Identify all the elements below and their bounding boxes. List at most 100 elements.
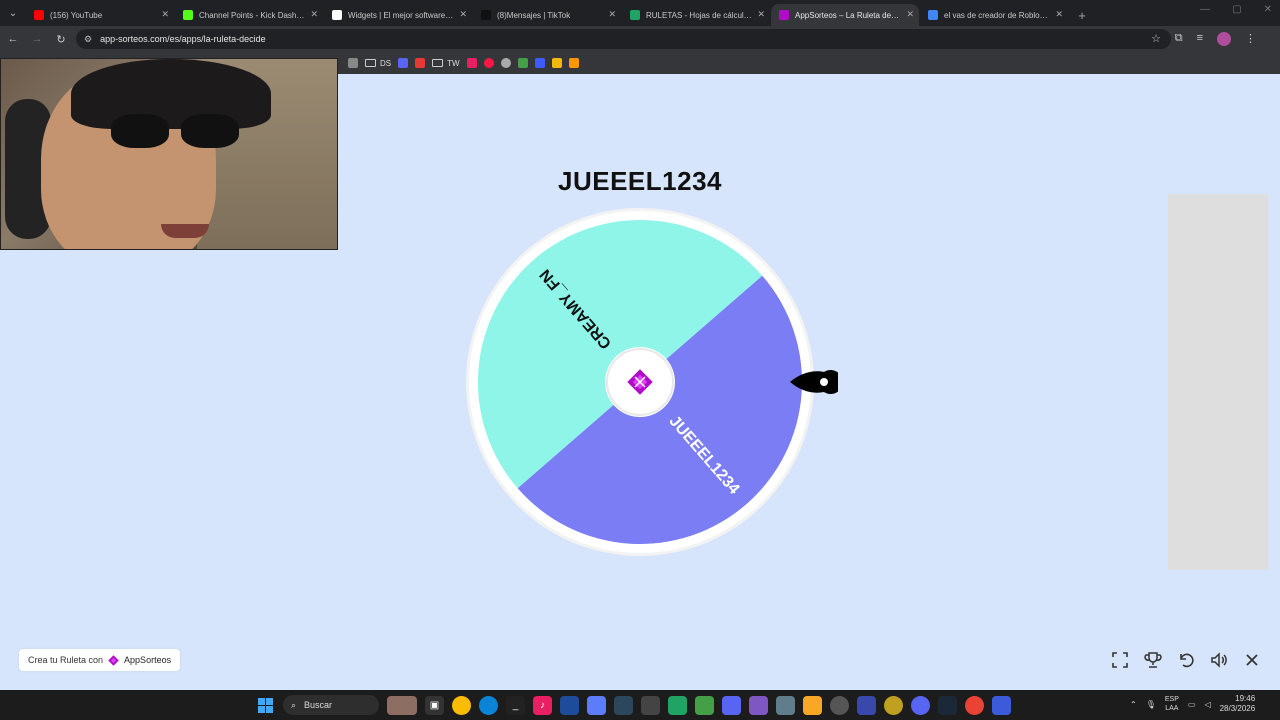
browser-tab[interactable]: RULETAS - Hojas de cálculo de ✕ [622, 4, 770, 26]
trophy-icon[interactable] [1143, 650, 1163, 670]
app-icon[interactable] [857, 695, 876, 715]
address-bar-row: ← → ↻ ⚙ app-sorteos.com/es/apps/la-rulet… [0, 26, 1280, 52]
bookmark-folder-tw[interactable]: TW [432, 56, 460, 70]
bookmark-folder-ds[interactable]: DS [365, 56, 391, 70]
app-icon[interactable] [992, 695, 1011, 715]
browser-tab[interactable]: (8)Mensajes | TikTok ✕ [473, 4, 621, 26]
clock[interactable]: 19:46 28/3/2026 [1220, 694, 1256, 714]
tab-search-icon[interactable]: ⌄ [0, 0, 26, 26]
menu-icon[interactable]: ⋮ [1245, 32, 1256, 46]
roulette-wheel[interactable]: CREAMY_FN JUEEEL1234 [464, 206, 816, 558]
windows-start-icon[interactable] [256, 696, 275, 715]
bookmark-icon[interactable] [415, 56, 426, 70]
mouth [161, 224, 209, 238]
bookmark-icon[interactable] [466, 56, 477, 70]
window-controls: — ▢ ✕ [1200, 4, 1272, 15]
folder-icon [432, 59, 444, 67]
steam-icon[interactable] [938, 695, 957, 715]
sheets-icon[interactable] [668, 695, 687, 715]
maximize-icon[interactable]: ▢ [1232, 4, 1241, 15]
browser-tab[interactable]: Widgets | El mejor software pa ✕ [324, 4, 472, 26]
tab-close-icon[interactable]: ✕ [459, 9, 467, 20]
tab-favicon-icon [34, 10, 44, 20]
tab-title: el vas de creador de Roblox 40 [944, 10, 1050, 20]
chrome-icon[interactable] [965, 695, 984, 715]
lens [181, 114, 239, 148]
lang-top: ESP [1164, 696, 1179, 703]
side-panel [1168, 194, 1268, 570]
tab-close-icon[interactable]: ✕ [310, 9, 318, 20]
bookmark-star-icon[interactable]: ☆ [1151, 32, 1161, 45]
app-icon[interactable] [884, 695, 903, 715]
speaker-icon[interactable]: ◁ [1204, 700, 1210, 709]
tab-title: AppSorteos – La Ruleta de la S [795, 10, 901, 20]
profile-avatar[interactable] [1217, 32, 1231, 46]
forward-icon[interactable]: → [26, 33, 48, 45]
bookmark-icon[interactable] [348, 56, 358, 70]
fullscreen-icon[interactable] [1110, 650, 1130, 670]
window-close-icon[interactable]: ✕ [1264, 4, 1272, 15]
chevron-up-icon[interactable]: ⌃ [1130, 700, 1137, 709]
tab-close-icon[interactable]: ✕ [906, 9, 914, 20]
search-icon: ⌕ [291, 699, 297, 710]
lens [111, 114, 169, 148]
url-input[interactable]: ⚙ app-sorteos.com/es/apps/la-ruleta-deci… [76, 29, 1171, 49]
site-info-icon[interactable]: ⚙ [84, 34, 92, 45]
minecraft-icon[interactable] [695, 695, 714, 715]
tab-title: Widgets | El mejor software pa [348, 10, 454, 20]
browser-tab[interactable]: Channel Points - Kick Dashboar ✕ [175, 4, 323, 26]
toolbar-right: ⧉ ≡ ⋮ [1175, 32, 1256, 46]
back-icon[interactable]: ← [2, 33, 24, 45]
pointer-icon [790, 370, 838, 394]
bookmark-icon[interactable] [551, 56, 562, 70]
reload-icon[interactable]: ↻ [50, 33, 72, 46]
bookmark-icon[interactable] [500, 56, 511, 70]
browser-tab-bar: ⌄ (156) YouTube ✕ Channel Points - Kick Da… [0, 0, 1280, 26]
widget-icon[interactable] [387, 695, 417, 715]
network-icon[interactable]: ▭ [1188, 700, 1196, 709]
browser-tab[interactable]: AppSorteos – La Ruleta de la S ✕ [771, 4, 919, 26]
bookmark-label: DS [380, 58, 392, 68]
tab-close-icon[interactable]: ✕ [608, 9, 616, 20]
tab-close-icon[interactable]: ✕ [1055, 9, 1063, 20]
app-icon[interactable] [560, 695, 579, 715]
terminal-icon[interactable]: _ [506, 695, 525, 715]
bookmark-icon[interactable] [534, 56, 545, 70]
minimize-icon[interactable]: — [1200, 4, 1210, 15]
tab-close-icon[interactable]: ✕ [161, 9, 169, 20]
mic-icon[interactable]: 🎙 [1146, 700, 1156, 709]
app-icon[interactable] [641, 695, 660, 715]
bookmark-icon[interactable] [398, 56, 409, 70]
close-icon[interactable] [1242, 650, 1262, 670]
media-icon[interactable]: ≡ [1197, 32, 1203, 46]
app-icon[interactable]: ▣ [425, 695, 444, 715]
app-icon[interactable] [776, 695, 795, 715]
tiktok-icon[interactable]: ♪ [533, 695, 552, 715]
app-icon[interactable] [749, 695, 768, 715]
steam-icon[interactable] [614, 695, 633, 715]
brand-name: AppSorteos [124, 655, 172, 665]
taskbar-search[interactable]: ⌕ Buscar [283, 695, 379, 715]
bookmark-icon[interactable] [568, 56, 579, 70]
chrome-icon[interactable] [452, 695, 471, 715]
app-icon[interactable] [587, 695, 606, 715]
new-tab-button[interactable]: + [1073, 6, 1091, 24]
discord-icon[interactable] [911, 695, 930, 715]
folder-icon[interactable] [803, 695, 822, 715]
language-indicator[interactable]: ESP LAA [1165, 695, 1179, 713]
tab-favicon-icon [183, 10, 193, 20]
bookmark-icon[interactable] [483, 56, 494, 70]
bookmark-icon[interactable] [517, 56, 528, 70]
app-icon[interactable] [830, 695, 849, 715]
browser-tab[interactable]: (156) YouTube ✕ [26, 4, 174, 26]
reset-icon[interactable] [1176, 650, 1196, 670]
extensions-icon[interactable]: ⧉ [1175, 32, 1183, 46]
tab-close-icon[interactable]: ✕ [757, 9, 765, 20]
windows-taskbar: ⌕ Buscar ▣ _ ♪ ⌃ 🎙 ESP LAA ▭ ◁ 19:46 28/… [0, 690, 1280, 720]
browser-tab[interactable]: el vas de creador de Roblox 40 ✕ [920, 4, 1068, 26]
edge-icon[interactable] [479, 695, 498, 715]
discord-icon[interactable] [722, 695, 741, 715]
create-roulette-link[interactable]: Crea tu Ruleta con AppSorteos [19, 649, 181, 671]
volume-icon[interactable] [1209, 650, 1229, 670]
tab-title: (8)Mensajes | TikTok [497, 10, 571, 20]
